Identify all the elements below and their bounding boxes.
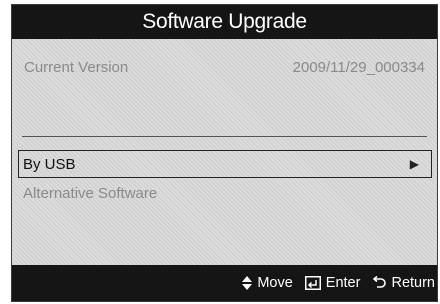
dialog-title: Software Upgrade bbox=[12, 5, 437, 39]
menu-item-label: By USB bbox=[23, 155, 76, 173]
current-version-row: Current Version 2009/11/29_000334 bbox=[24, 59, 425, 76]
current-version-value: 2009/11/29_000334 bbox=[292, 59, 425, 76]
hint-move-label: Move bbox=[257, 275, 293, 291]
return-icon bbox=[372, 276, 387, 290]
hint-enter: Enter bbox=[304, 275, 361, 291]
menu-item-label: Alternative Software bbox=[23, 184, 158, 202]
current-version-label: Current Version bbox=[24, 59, 129, 76]
divider bbox=[22, 136, 427, 137]
hint-return: Return bbox=[372, 275, 435, 291]
play-arrow-icon: ▶ bbox=[409, 157, 419, 171]
menu-item-alternative-software[interactable]: Alternative Software bbox=[18, 179, 432, 207]
hint-return-label: Return bbox=[391, 275, 435, 291]
hint-enter-label: Enter bbox=[325, 275, 361, 291]
hint-move: Move bbox=[242, 275, 293, 291]
menu-item-by-usb[interactable]: By USB ▶ bbox=[18, 150, 432, 178]
enter-icon bbox=[304, 276, 321, 290]
navigation-hint-bar: Move Enter Return bbox=[12, 265, 437, 301]
move-updown-icon bbox=[242, 276, 253, 290]
software-upgrade-dialog: Software Upgrade Current Version 2009/11… bbox=[11, 4, 438, 302]
